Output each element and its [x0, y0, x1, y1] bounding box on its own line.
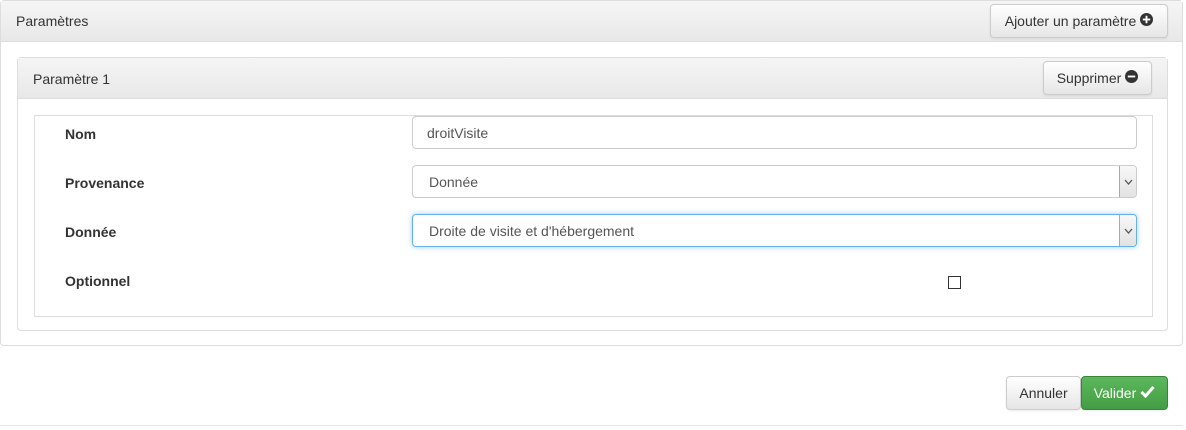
panel-title: Paramètres — [16, 13, 89, 29]
donnee-select-value: Droite de visite et d'hébergement — [429, 222, 635, 239]
parameter-title: Paramètre 1 — [33, 71, 111, 87]
delete-parameter-button[interactable]: Supprimer — [1043, 61, 1152, 95]
plus-circle-icon — [1140, 13, 1154, 29]
parameter-form: Nom droitVisite Provenance Donnée Donnée… — [34, 115, 1153, 317]
add-parameter-button[interactable]: Ajouter un paramètre — [990, 4, 1168, 38]
parameters-panel-heading: Paramètres Ajouter un paramètre — [1, 1, 1182, 42]
cancel-button[interactable]: Annuler — [1006, 376, 1081, 410]
minus-circle-icon — [1125, 70, 1139, 86]
divider — [0, 425, 1183, 426]
parameters-panel: Paramètres Ajouter un paramètre Paramètr… — [0, 0, 1183, 346]
provenance-select[interactable]: Donnée — [412, 165, 1137, 198]
add-parameter-label: Ajouter un paramètre — [1004, 13, 1137, 29]
delete-parameter-label: Supprimer — [1056, 70, 1122, 86]
submit-button[interactable]: Valider — [1081, 376, 1168, 410]
nom-input[interactable]: droitVisite — [412, 116, 1137, 149]
check-icon — [1140, 385, 1155, 401]
cancel-label: Annuler — [1019, 385, 1068, 401]
donnee-label: Donnée — [65, 224, 117, 240]
nom-label: Nom — [65, 126, 97, 142]
optionnel-checkbox[interactable] — [948, 276, 961, 289]
optionnel-label: Optionnel — [65, 273, 131, 289]
chevron-down-icon[interactable] — [1119, 215, 1136, 246]
parameter-panel-heading: Paramètre 1 Supprimer — [18, 58, 1167, 99]
parameter-panel: Paramètre 1 Supprimer Nom droitVisite Pr… — [17, 57, 1168, 331]
donnee-select[interactable]: Droite de visite et d'hébergement — [412, 214, 1137, 247]
chevron-down-icon[interactable] — [1119, 166, 1136, 197]
provenance-label: Provenance — [65, 175, 145, 191]
provenance-select-value: Donnée — [429, 173, 479, 190]
nom-input-value: droitVisite — [427, 124, 489, 141]
submit-label: Valider — [1093, 385, 1137, 401]
